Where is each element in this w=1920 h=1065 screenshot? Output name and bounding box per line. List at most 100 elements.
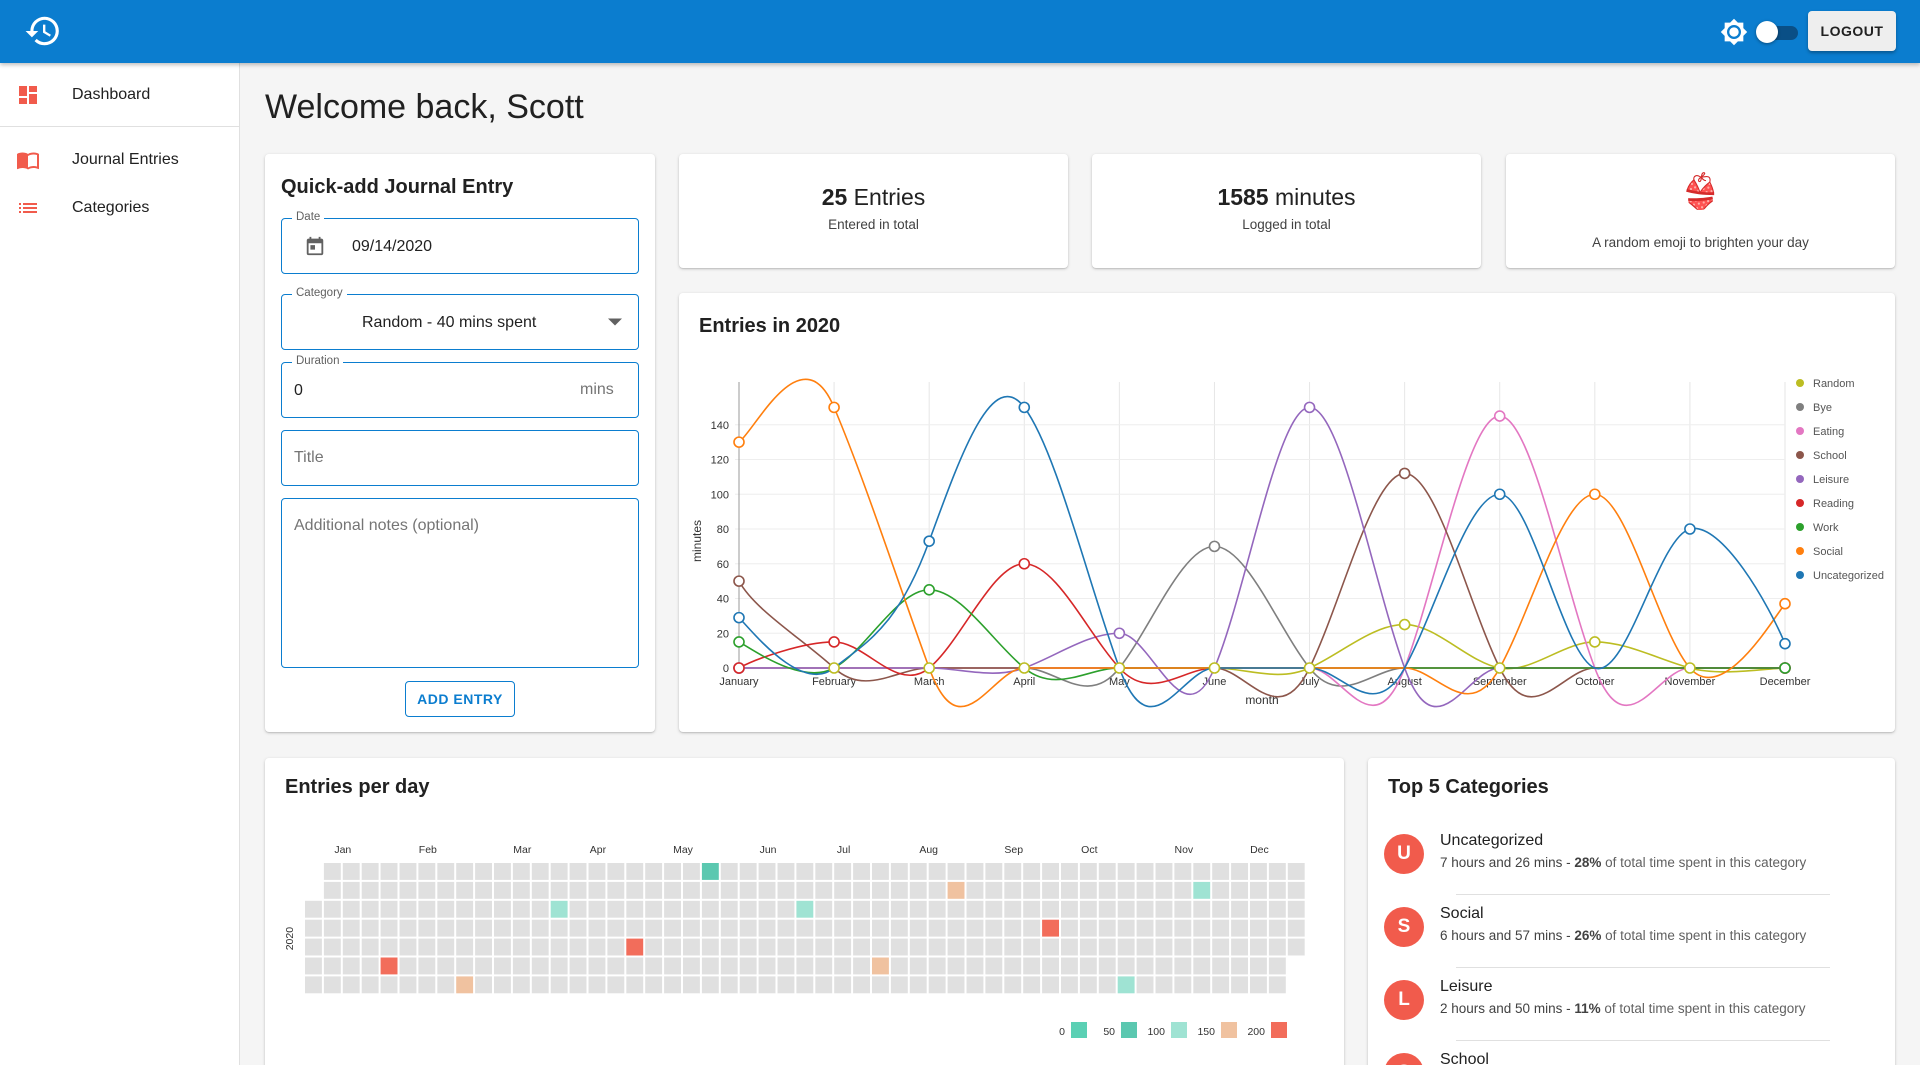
heatmap-cell[interactable]	[1212, 863, 1230, 880]
heatmap-cell[interactable]	[947, 881, 965, 899]
heatmap-cell[interactable]	[1155, 919, 1173, 937]
heatmap-cell[interactable]	[1212, 957, 1230, 975]
heatmap-cell[interactable]	[1193, 900, 1211, 918]
data-point[interactable]	[923, 662, 935, 674]
heatmap-cell[interactable]	[1268, 881, 1286, 899]
heatmap-cell[interactable]	[1231, 881, 1248, 899]
heatmap-cell[interactable]	[1023, 900, 1041, 918]
heatmap-cell[interactable]	[928, 976, 946, 994]
heatmap-cell[interactable]	[1098, 900, 1116, 918]
heatmap-cell[interactable]	[683, 881, 700, 899]
heatmap-cell[interactable]	[323, 919, 341, 937]
heatmap-cell[interactable]	[834, 976, 852, 994]
heatmap-cell[interactable]	[664, 863, 681, 880]
heatmap-cell[interactable]	[796, 976, 814, 994]
heatmap-cell[interactable]	[1136, 900, 1154, 918]
sidebar-item-dashboard[interactable]: Dashboard	[0, 71, 239, 119]
heatmap-cell[interactable]	[456, 863, 474, 880]
heatmap-cell[interactable]	[512, 881, 530, 899]
heatmap-cell[interactable]	[305, 900, 322, 918]
heatmap-cell[interactable]	[909, 938, 927, 956]
heatmap-cell[interactable]	[399, 900, 417, 918]
heatmap-cell[interactable]	[777, 957, 795, 975]
heatmap-cell[interactable]	[853, 863, 870, 880]
category-row[interactable]: L Leisure 2 hours and 50 mins - 11% of tot…	[1384, 968, 1830, 1041]
heatmap-cell[interactable]	[872, 863, 889, 880]
heatmap-cell[interactable]	[418, 863, 436, 880]
heatmap-cell[interactable]	[361, 938, 379, 956]
heatmap-cell[interactable]	[342, 881, 360, 899]
heatmap-cell[interactable]	[626, 976, 644, 994]
heatmap-cell[interactable]	[418, 976, 436, 994]
heatmap-cell[interactable]	[1042, 881, 1059, 899]
heatmap-cell[interactable]	[1155, 900, 1173, 918]
heatmap-cell[interactable]	[1212, 900, 1230, 918]
heatmap-cell[interactable]	[1136, 919, 1154, 937]
heatmap-cell[interactable]	[1231, 938, 1248, 956]
heatmap-cell[interactable]	[872, 957, 889, 975]
heatmap-cell[interactable]	[361, 976, 379, 994]
heatmap-cell[interactable]	[456, 881, 474, 899]
heatmap-cell[interactable]	[588, 881, 606, 899]
heatmap-cell[interactable]	[683, 938, 700, 956]
theme-toggle[interactable]	[1756, 20, 1798, 43]
heatmap-cell[interactable]	[947, 938, 965, 956]
heatmap-cell[interactable]	[758, 863, 776, 880]
heatmap-cell[interactable]	[607, 900, 625, 918]
heatmap-cell[interactable]	[1023, 919, 1041, 937]
heatmap-cell[interactable]	[399, 976, 417, 994]
heatmap-cell[interactable]	[985, 938, 1003, 956]
heatmap-cell[interactable]	[1268, 863, 1286, 880]
heatmap-cell[interactable]	[323, 957, 341, 975]
category-select[interactable]: Category Random - 40 mins spent	[281, 287, 639, 350]
heatmap-cell[interactable]	[1004, 900, 1022, 918]
heatmap-cell[interactable]	[985, 976, 1003, 994]
heatmap-cell[interactable]	[1231, 863, 1248, 880]
heatmap-cell[interactable]	[1061, 938, 1078, 956]
heatmap-cell[interactable]	[475, 919, 492, 937]
heatmap-cell[interactable]	[475, 863, 492, 880]
heatmap-cell[interactable]	[1079, 863, 1097, 880]
heatmap-cell[interactable]	[683, 863, 700, 880]
heatmap-cell[interactable]	[947, 863, 965, 880]
heatmap-cell[interactable]	[1250, 881, 1267, 899]
heatmap-cell[interactable]	[512, 900, 530, 918]
heatmap-cell[interactable]	[1023, 863, 1041, 880]
heatmap-cell[interactable]	[569, 919, 587, 937]
heatmap-cell[interactable]	[1174, 881, 1192, 899]
heatmap-cell[interactable]	[531, 938, 549, 956]
heatmap-cell[interactable]	[701, 976, 719, 994]
notes-textarea[interactable]: Additional notes (optional)	[281, 498, 639, 668]
heatmap-cell[interactable]	[361, 900, 379, 918]
heatmap-cell[interactable]	[342, 900, 360, 918]
heatmap-cell[interactable]	[475, 957, 492, 975]
data-point[interactable]	[1113, 662, 1126, 674]
heatmap-cell[interactable]	[1268, 938, 1286, 956]
heatmap-cell[interactable]	[494, 863, 511, 880]
heatmap-cell[interactable]	[1023, 957, 1041, 975]
heatmap-cell[interactable]	[815, 900, 833, 918]
heatmap-cell[interactable]	[777, 900, 795, 918]
heatmap-cell[interactable]	[1023, 938, 1041, 956]
heatmap-cell[interactable]	[437, 957, 455, 975]
heatmap-cell[interactable]	[361, 881, 379, 899]
heatmap-cell[interactable]	[720, 938, 738, 956]
data-point[interactable]	[1208, 662, 1221, 674]
heatmap-cell[interactable]	[531, 863, 549, 880]
heatmap-cell[interactable]	[1212, 938, 1230, 956]
heatmap-cell[interactable]	[1287, 938, 1305, 956]
data-point[interactable]	[828, 636, 840, 648]
heatmap-cell[interactable]	[720, 881, 738, 899]
heatmap-cell[interactable]	[588, 919, 606, 937]
heatmap-cell[interactable]	[475, 900, 492, 918]
heatmap-cell[interactable]	[796, 957, 814, 975]
heatmap-cell[interactable]	[796, 881, 814, 899]
heatmap-cell[interactable]	[342, 976, 360, 994]
heatmap-cell[interactable]	[664, 976, 681, 994]
heatmap-cell[interactable]	[966, 900, 984, 918]
heatmap-cell[interactable]	[928, 938, 946, 956]
heatmap-cell[interactable]	[550, 919, 568, 937]
heatmap-cell[interactable]	[796, 900, 814, 918]
heatmap-cell[interactable]	[475, 976, 492, 994]
heatmap-cell[interactable]	[494, 938, 511, 956]
